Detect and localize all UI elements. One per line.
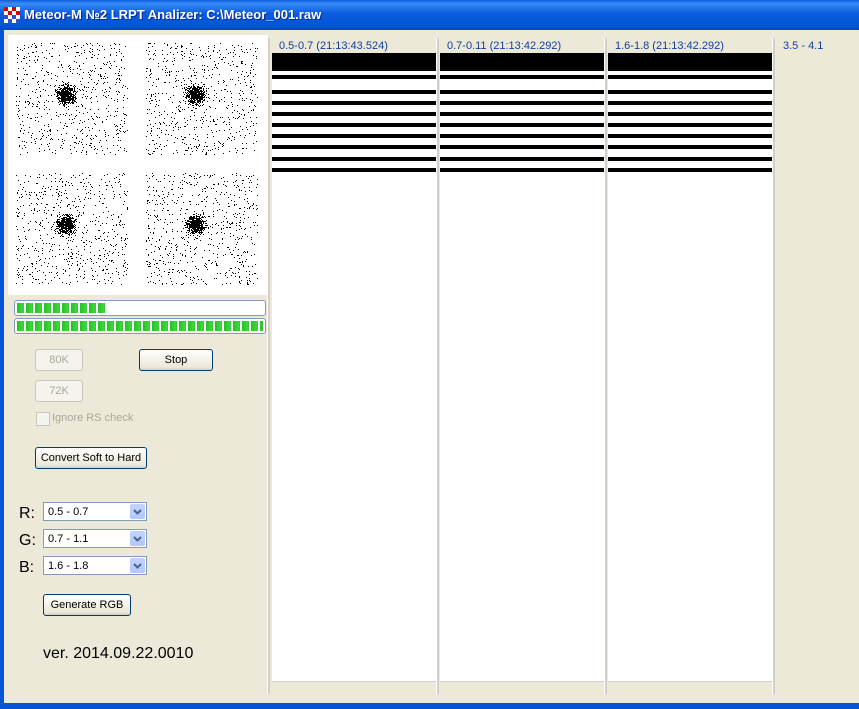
- chevron-down-icon[interactable]: [130, 504, 145, 519]
- image-stripe: [272, 75, 436, 79]
- progress-fill: [17, 321, 263, 331]
- window-title: Meteor-M №2 LRPT Analizer: C:\Meteor_001…: [24, 7, 322, 22]
- image-stripe: [608, 134, 772, 138]
- image-stripe: [608, 101, 772, 105]
- chevron-down-icon[interactable]: [130, 558, 145, 573]
- horizontal-scrollbar[interactable]: [440, 681, 604, 694]
- image-stripe: [608, 112, 772, 116]
- convert-soft-to-hard-button[interactable]: Convert Soft to Hard: [35, 447, 147, 469]
- constellation-panel: [8, 35, 268, 295]
- image-stripe: [272, 157, 436, 161]
- ignore-rs-checkbox[interactable]: [36, 412, 50, 426]
- r-select-value: 0.5 - 0.7: [48, 506, 89, 518]
- image-stripe: [272, 101, 436, 105]
- b-label: B:: [19, 559, 35, 576]
- pane-divider[interactable]: [436, 38, 439, 694]
- image-stripe: [440, 145, 604, 149]
- generate-rgb-button[interactable]: Generate RGB: [43, 594, 131, 616]
- image-stripe: [440, 123, 604, 127]
- image-stripe: [272, 168, 436, 172]
- channel-image: [608, 53, 772, 681]
- app-icon: [4, 7, 20, 23]
- g-label: G:: [19, 532, 36, 549]
- g-select-value: 0.7 - 1.1: [48, 533, 89, 545]
- version-label: ver. 2014.09.22.0010: [43, 645, 194, 662]
- image-stripe: [440, 90, 604, 94]
- r-channel-select[interactable]: 0.5 - 0.7: [43, 502, 147, 521]
- 72k-button[interactable]: 72K: [35, 380, 83, 402]
- chevron-down-icon[interactable]: [130, 531, 145, 546]
- channel-image: [440, 53, 604, 681]
- stop-button[interactable]: Stop: [139, 349, 213, 371]
- image-stripe: [440, 112, 604, 116]
- image-strip: [440, 53, 604, 71]
- constellation-plot: [138, 35, 268, 165]
- image-stripe: [272, 123, 436, 127]
- channel-label: 0.5-0.7 (21:13:43.524): [277, 40, 390, 52]
- b-channel-select[interactable]: 1.6 - 1.8: [43, 556, 147, 575]
- image-stripe: [608, 75, 772, 79]
- horizontal-scrollbar[interactable]: [272, 681, 436, 694]
- ignore-rs-label: Ignore RS check: [52, 412, 134, 424]
- constellation-plot: [8, 35, 138, 165]
- image-stripe: [440, 157, 604, 161]
- channel-image: [272, 53, 436, 681]
- image-stripe: [272, 90, 436, 94]
- progress-fill: [17, 303, 106, 313]
- b-select-value: 1.6 - 1.8: [48, 560, 89, 572]
- image-stripe: [608, 168, 772, 172]
- image-stripe: [272, 134, 436, 138]
- channel-label: 1.6-1.8 (21:13:42.292): [613, 40, 726, 52]
- image-strip: [272, 53, 436, 71]
- channel-label: 0.7-0.11 (21:13:42.292): [445, 40, 564, 52]
- image-stripe: [272, 112, 436, 116]
- image-stripe: [608, 90, 772, 94]
- image-stripe: [272, 145, 436, 149]
- image-stripe: [440, 134, 604, 138]
- image-strip: [608, 53, 772, 71]
- pane-divider[interactable]: [772, 38, 775, 694]
- pane-divider[interactable]: [604, 38, 607, 694]
- channel-label: 3.5 - 4.1: [781, 40, 826, 52]
- progress-bar-1: [14, 300, 266, 316]
- window-border: [0, 703, 859, 709]
- title-bar[interactable]: Meteor-M №2 LRPT Analizer: C:\Meteor_001…: [0, 0, 859, 30]
- image-stripe: [608, 123, 772, 127]
- horizontal-scrollbar[interactable]: [608, 681, 772, 694]
- progress-bar-2: [14, 318, 266, 334]
- r-label: R:: [19, 505, 35, 522]
- 80k-button[interactable]: 80K: [35, 349, 83, 371]
- image-stripe: [608, 145, 772, 149]
- pane-divider[interactable]: [267, 38, 270, 694]
- image-stripe: [440, 101, 604, 105]
- g-channel-select[interactable]: 0.7 - 1.1: [43, 529, 147, 548]
- image-stripe: [608, 157, 772, 161]
- constellation-plot: [138, 165, 268, 295]
- image-stripe: [440, 75, 604, 79]
- constellation-plot: [8, 165, 138, 295]
- image-stripe: [440, 168, 604, 172]
